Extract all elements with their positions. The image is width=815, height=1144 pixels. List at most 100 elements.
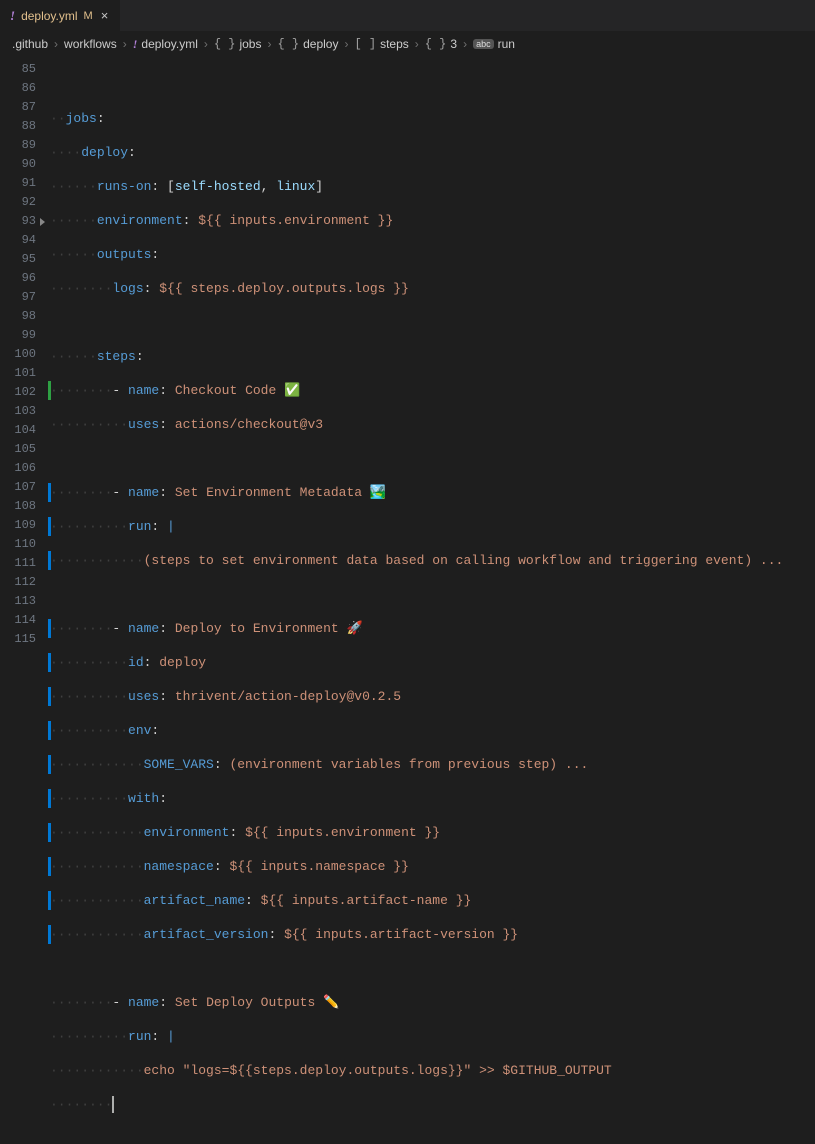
breadcrumb-symbol[interactable]: jobs xyxy=(239,37,261,51)
breadcrumb[interactable]: .github › workflows › ! deploy.yml › { }… xyxy=(0,32,815,56)
code-line[interactable] xyxy=(50,959,815,978)
line-number: 106 xyxy=(0,459,36,478)
code-line[interactable]: ············SOME_VARS: (environment vari… xyxy=(50,755,815,774)
code-line[interactable]: ··········id: deploy xyxy=(50,653,815,672)
line-number: 102 xyxy=(0,383,36,402)
breadcrumb-folder[interactable]: .github xyxy=(12,37,48,51)
line-number: 91 xyxy=(0,174,36,193)
breadcrumb-file[interactable]: deploy.yml xyxy=(141,37,197,51)
code-line[interactable]: ········- name: Set Environment Metadata… xyxy=(50,483,815,502)
chevron-right-icon: › xyxy=(342,37,350,51)
code-line[interactable]: ········ xyxy=(50,1095,815,1114)
code-line[interactable]: ······steps: xyxy=(50,347,815,366)
breadcrumb-symbol[interactable]: steps xyxy=(380,37,409,51)
chevron-right-icon: › xyxy=(52,37,60,51)
object-icon: { } xyxy=(277,37,299,51)
line-number: 115 xyxy=(0,630,36,649)
breadcrumb-symbol[interactable]: deploy xyxy=(303,37,338,51)
line-number: 110 xyxy=(0,535,36,554)
line-number: 93 xyxy=(0,212,36,231)
diff-modified-marker xyxy=(48,891,51,910)
code-line[interactable]: ··········run: | xyxy=(50,517,815,536)
yaml-file-icon: ! xyxy=(10,8,15,24)
code-line[interactable]: ········- name: Deploy to Environment 🚀 xyxy=(50,619,815,638)
code-line[interactable]: ····deploy: xyxy=(50,143,815,162)
code-line[interactable]: ··········uses: actions/checkout@v3 xyxy=(50,415,815,434)
line-number: 90 xyxy=(0,155,36,174)
diff-modified-marker xyxy=(48,755,51,774)
array-icon: [ ] xyxy=(354,37,376,51)
tab-modified-badge: M xyxy=(84,10,93,22)
line-number: 114 xyxy=(0,611,36,630)
diff-modified-marker xyxy=(48,857,51,876)
code-line[interactable]: ······runs-on: [self-hosted, linux] xyxy=(50,177,815,196)
code-line[interactable]: ··········env: xyxy=(50,721,815,740)
diff-modified-marker xyxy=(48,687,51,706)
code-line[interactable]: ······environment: ${{ inputs.environmen… xyxy=(50,211,815,230)
tab-filename: deploy.yml xyxy=(21,9,77,23)
code-line[interactable]: ··········with: xyxy=(50,789,815,808)
line-number: 94 xyxy=(0,231,36,250)
code-line[interactable]: ············namespace: ${{ inputs.namesp… xyxy=(50,857,815,876)
code-line[interactable]: ········- name: Checkout Code ✅ xyxy=(50,381,815,400)
code-line[interactable]: ············artifact_name: ${{ inputs.ar… xyxy=(50,891,815,910)
line-number: 105 xyxy=(0,440,36,459)
line-number: 104 xyxy=(0,421,36,440)
line-number: 98 xyxy=(0,307,36,326)
line-number: 99 xyxy=(0,326,36,345)
close-icon[interactable]: × xyxy=(99,8,111,23)
chevron-right-icon: › xyxy=(202,37,210,51)
line-number: 97 xyxy=(0,288,36,307)
code-line[interactable]: ············echo "logs=${{steps.deploy.o… xyxy=(50,1061,815,1080)
chevron-right-icon: › xyxy=(413,37,421,51)
code-line[interactable]: ········- name: Set Deploy Outputs ✏️ xyxy=(50,993,815,1012)
diff-modified-marker xyxy=(48,925,51,944)
code-line[interactable] xyxy=(50,449,815,468)
breadcrumb-symbol[interactable]: run xyxy=(498,37,515,51)
line-number: 113 xyxy=(0,592,36,611)
diff-modified-marker xyxy=(48,823,51,842)
code-editor[interactable]: 85 86 87 88 89 90 91 92 93 94 95 96 97 9… xyxy=(0,56,815,1144)
chevron-right-icon: › xyxy=(121,37,129,51)
line-number: 86 xyxy=(0,79,36,98)
line-number: 112 xyxy=(0,573,36,592)
breadcrumb-folder[interactable]: workflows xyxy=(64,37,117,51)
diff-modified-marker xyxy=(48,483,51,502)
code-line[interactable]: ············environment: ${{ inputs.envi… xyxy=(50,823,815,842)
diff-modified-marker xyxy=(48,653,51,672)
line-number: 89 xyxy=(0,136,36,155)
line-number: 96 xyxy=(0,269,36,288)
line-number: 92 xyxy=(0,193,36,212)
code-line[interactable]: ········logs: ${{ steps.deploy.outputs.l… xyxy=(50,279,815,298)
code-line[interactable]: ············(steps to set environment da… xyxy=(50,551,815,570)
code-line[interactable] xyxy=(50,75,815,94)
line-number: 108 xyxy=(0,497,36,516)
code-line[interactable]: ············artifact_version: ${{ inputs… xyxy=(50,925,815,944)
code-line[interactable]: ··········uses: thrivent/action-deploy@v… xyxy=(50,687,815,706)
line-number: 88 xyxy=(0,117,36,136)
editor-tab-deploy-yml[interactable]: ! deploy.yml M × xyxy=(0,0,121,31)
string-icon: abc xyxy=(473,39,494,49)
diff-modified-marker xyxy=(48,619,51,638)
diff-added-marker xyxy=(48,381,51,400)
line-number: 95 xyxy=(0,250,36,269)
line-number: 85 xyxy=(0,60,36,79)
diff-modified-marker xyxy=(48,517,51,536)
code-line[interactable]: ··········run: | xyxy=(50,1027,815,1046)
diff-modified-marker xyxy=(48,721,51,740)
line-number: 87 xyxy=(0,98,36,117)
line-number: 107 xyxy=(0,478,36,497)
object-icon: { } xyxy=(214,37,236,51)
code-line[interactable]: ······outputs: xyxy=(50,245,815,264)
fold-marker-icon[interactable] xyxy=(40,218,45,226)
code-line[interactable]: ··jobs: xyxy=(50,109,815,128)
chevron-right-icon: › xyxy=(265,37,273,51)
text-cursor xyxy=(112,1096,114,1113)
code-content[interactable]: ··jobs: ····deploy: ······runs-on: [self… xyxy=(50,60,815,1144)
code-line[interactable] xyxy=(50,585,815,604)
breadcrumb-symbol[interactable]: 3 xyxy=(450,37,457,51)
line-number-gutter: 85 86 87 88 89 90 91 92 93 94 95 96 97 9… xyxy=(0,60,50,1144)
line-number: 109 xyxy=(0,516,36,535)
yaml-file-icon: ! xyxy=(133,37,138,52)
code-line[interactable] xyxy=(50,313,815,332)
